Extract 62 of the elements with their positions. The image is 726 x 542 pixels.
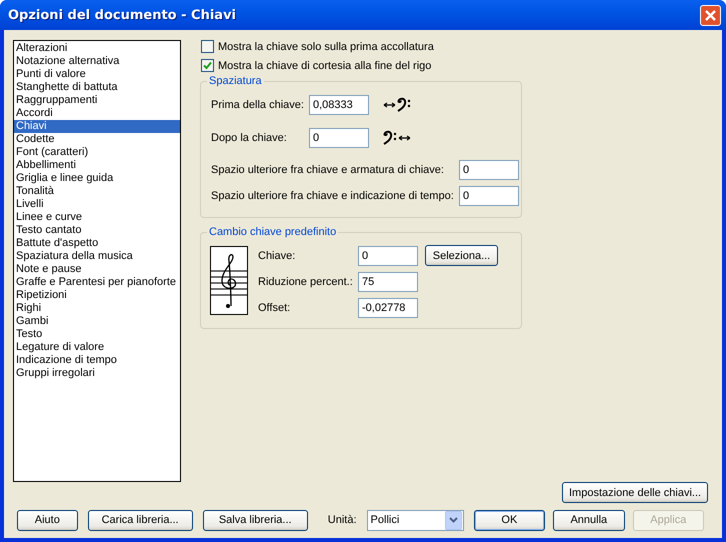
checkbox-label: Mostra la chiave solo sulla prima accollatura xyxy=(218,40,434,52)
category-item[interactable]: Graffe e Parentesi per pianoforte xyxy=(14,276,180,289)
input-field[interactable]: 0 xyxy=(309,128,369,148)
category-item[interactable]: Notazione alternativa xyxy=(14,55,180,68)
input-field[interactable]: 0 xyxy=(459,186,519,206)
unit-label: Unità: xyxy=(328,514,357,526)
field-label: Spazio ulteriore fra chiave e armatura di chiave: xyxy=(211,164,445,176)
window-title: Opzioni del documento - Chiavi xyxy=(8,8,236,22)
category-item[interactable]: Righi xyxy=(14,302,180,315)
field-label: Spazio ulteriore fra chiave e indicazione di tempo: xyxy=(211,190,455,202)
category-item[interactable]: Griglia e linee guida xyxy=(14,172,180,185)
footer-button[interactable]: Carica libreria... xyxy=(88,510,193,530)
group-title: Spaziatura xyxy=(207,75,264,87)
close-icon xyxy=(704,8,717,22)
group-title: Cambio chiave predefinito xyxy=(207,226,338,238)
checkbox[interactable] xyxy=(201,59,214,72)
category-item[interactable]: Battute d'aspetto xyxy=(14,237,180,250)
category-item[interactable]: Alterazioni xyxy=(14,42,180,55)
field-label: Dopo la chiave: xyxy=(211,132,288,144)
category-item[interactable]: Raggruppamenti xyxy=(14,94,180,107)
category-item[interactable]: Gambi xyxy=(14,315,180,328)
category-item[interactable]: Punti di valore xyxy=(14,68,180,81)
field-label: Riduzione percent.: xyxy=(258,276,354,288)
category-item[interactable]: Testo cantato xyxy=(14,224,180,237)
checkbox[interactable] xyxy=(201,40,214,53)
category-item[interactable]: Spaziatura della musica xyxy=(14,250,180,263)
clef-settings-button[interactable]: Impostazione delle chiavi... xyxy=(562,482,708,503)
category-item[interactable]: Note e pause xyxy=(14,263,180,276)
footer-button[interactable]: Aiuto xyxy=(17,510,78,530)
input-field[interactable]: -0,02778 xyxy=(358,298,418,318)
input-field[interactable]: 75 xyxy=(358,272,418,292)
category-item[interactable]: Gruppi irregolari xyxy=(14,367,180,380)
footer-button[interactable]: Salva libreria... xyxy=(202,510,308,530)
category-item[interactable]: Livelli xyxy=(14,198,180,211)
input-field[interactable]: 0 xyxy=(358,246,418,266)
select-button[interactable]: Seleziona... xyxy=(425,245,498,266)
category-item[interactable]: Abbellimenti xyxy=(14,159,180,172)
category-item[interactable]: Tonalità xyxy=(14,185,180,198)
input-field[interactable]: 0,08333 xyxy=(309,95,369,115)
category-item[interactable]: Stanghette di battuta xyxy=(14,81,180,94)
category-item[interactable]: Font (caratteri) xyxy=(14,146,180,159)
checkbox-label: Mostra la chiave di cortesia alla fine del rigo xyxy=(218,60,432,72)
dialog-button[interactable]: Annulla xyxy=(553,510,625,530)
field-label: Prima della chiave: xyxy=(211,99,305,111)
input-field[interactable]: 0 xyxy=(459,160,519,180)
category-item[interactable]: Linee e curve xyxy=(14,211,180,224)
close-button[interactable] xyxy=(700,4,721,26)
category-item[interactable]: Chiavi xyxy=(14,120,180,133)
caret-icon xyxy=(448,517,458,523)
field-label: Offset: xyxy=(258,302,292,314)
clef-spacing-icon xyxy=(383,97,413,113)
clef-spacing-icon xyxy=(383,130,413,146)
field-label: Chiave: xyxy=(258,250,296,262)
category-item[interactable]: Codette xyxy=(14,133,180,146)
dialog-button[interactable]: OK xyxy=(474,510,546,530)
category-item[interactable]: Indicazione di tempo xyxy=(14,354,180,367)
category-item[interactable]: Ripetizioni xyxy=(14,289,180,302)
category-item[interactable]: Legature di valore xyxy=(14,341,180,354)
treble-clef-staff-drawing xyxy=(210,246,248,315)
category-item[interactable]: Accordi xyxy=(14,107,180,120)
category-item[interactable]: Testo xyxy=(14,328,180,341)
unit-dropdown[interactable]: Pollici xyxy=(366,510,464,530)
